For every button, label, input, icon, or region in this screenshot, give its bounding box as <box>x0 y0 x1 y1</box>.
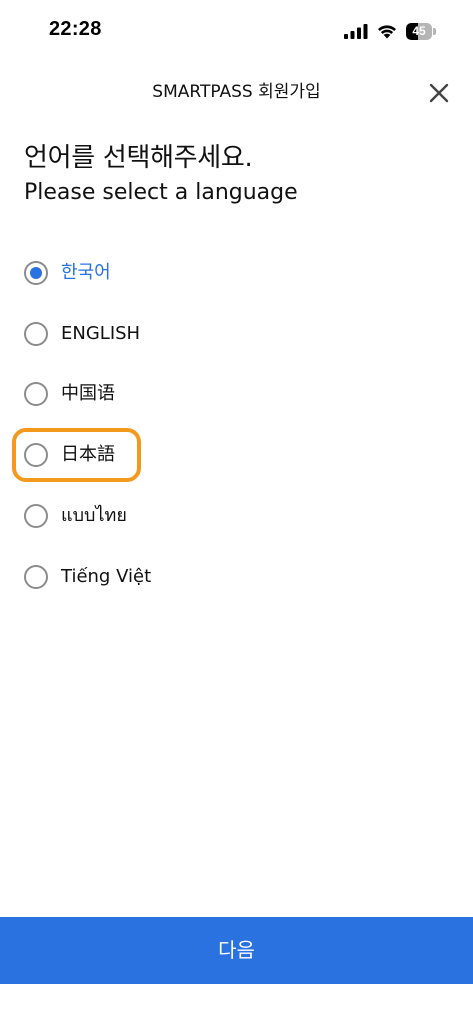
radio-selected-dot <box>30 267 42 279</box>
language-label: 中国语 <box>61 383 115 404</box>
next-button[interactable]: 다음 <box>0 917 473 984</box>
language-label: Tiếng Việt <box>61 566 152 587</box>
language-option-chinese[interactable]: 中国语 <box>0 370 300 418</box>
signal-icon <box>344 24 368 39</box>
language-label: 한국어 <box>61 262 111 283</box>
language-label: แบบไทย <box>61 505 127 526</box>
heading-primary: 언어를 선택해주세요. <box>24 143 253 173</box>
close-button[interactable] <box>422 76 456 110</box>
wifi-icon <box>378 25 396 39</box>
battery-cap <box>433 27 436 35</box>
heading-secondary: Please select a language <box>24 180 298 205</box>
radio-button[interactable] <box>24 504 48 528</box>
language-option-english[interactable]: ENGLISH <box>0 310 300 358</box>
language-option-korean[interactable]: 한국어 <box>0 249 300 297</box>
radio-button[interactable] <box>24 443 48 467</box>
radio-button[interactable] <box>24 261 48 285</box>
radio-button[interactable] <box>24 322 48 346</box>
radio-button[interactable] <box>24 382 48 406</box>
radio-button[interactable] <box>24 565 48 589</box>
status-time: 22:28 <box>49 18 102 40</box>
language-label: 日本語 <box>61 444 115 465</box>
language-option-vietnamese[interactable]: Tiếng Việt <box>0 553 300 601</box>
page-title: SMARTPASS 회원가입 <box>152 82 321 102</box>
language-option-thai[interactable]: แบบไทย <box>0 492 300 540</box>
close-icon <box>429 83 449 103</box>
battery-icon: 45 <box>406 22 436 40</box>
status-icons: 45 <box>344 20 436 42</box>
language-option-japanese[interactable]: 日本語 <box>0 431 300 479</box>
battery-level: 45 <box>412 23 426 38</box>
language-label: ENGLISH <box>61 323 141 344</box>
status-bar: 22:28 45 <box>0 0 473 60</box>
